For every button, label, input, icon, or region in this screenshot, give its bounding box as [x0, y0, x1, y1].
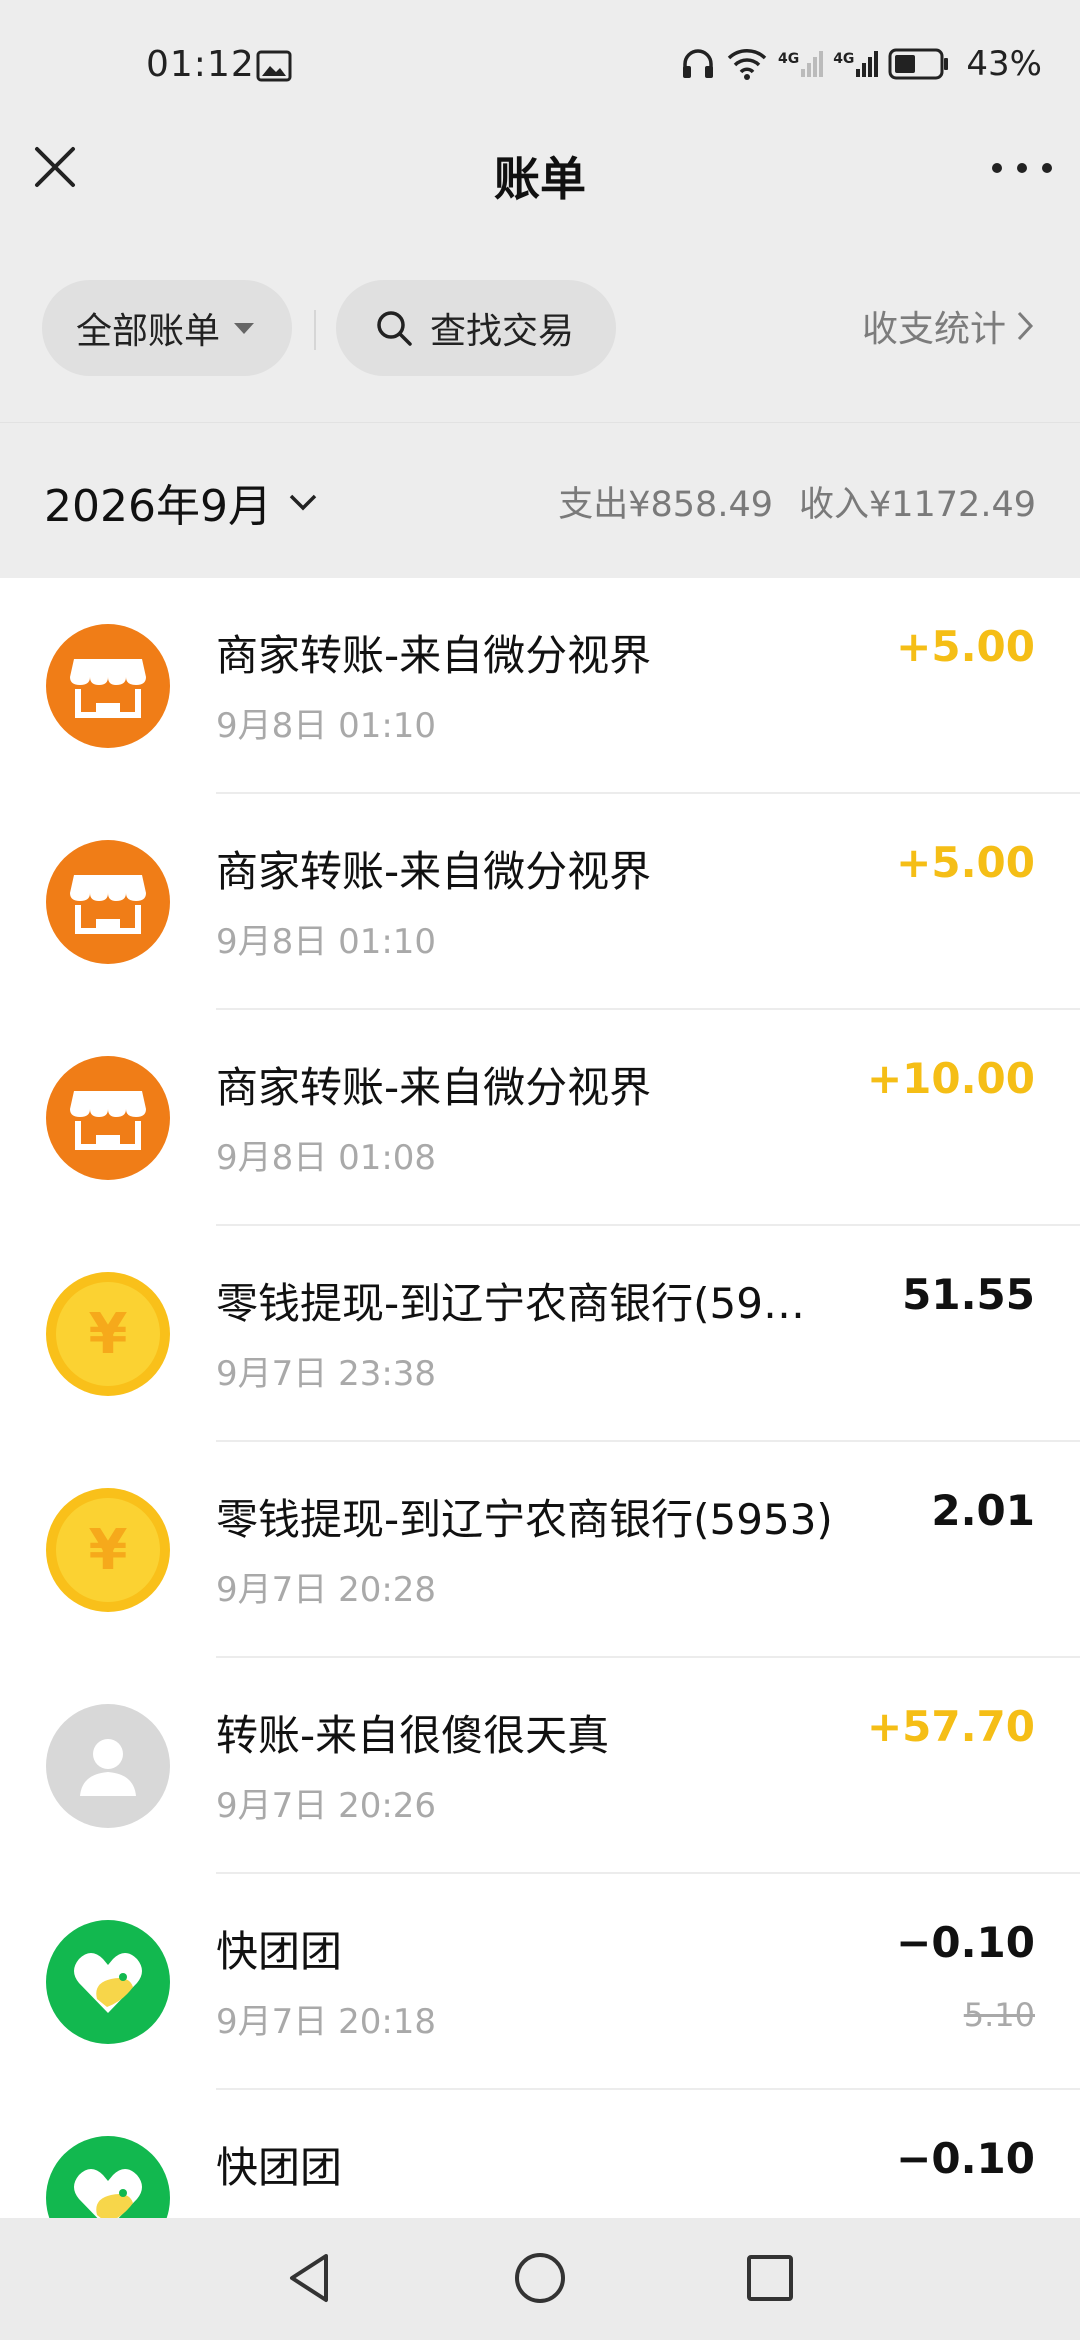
transaction-row[interactable]: 快团团 9月7日 20:18 −0.10 5.10 — [0, 1874, 1080, 2090]
back-button[interactable] — [278, 2246, 342, 2310]
yuan-coin-icon: ¥ — [46, 1272, 170, 1396]
headphones-icon — [682, 49, 713, 78]
transaction-row[interactable]: 商家转账-来自微分视界 9月8日 01:08 +10.00 — [0, 1010, 1080, 1226]
transaction-time: 9月7日 20:18 — [216, 2002, 437, 2042]
transaction-time: 9月7日 23:38 — [216, 1354, 437, 1394]
system-navigation-bar — [0, 2218, 1080, 2340]
merchant-store-icon — [46, 1056, 170, 1180]
more-dot-icon — [1042, 163, 1052, 173]
transaction-title: 零钱提现-到辽宁农商银行(59… — [216, 1279, 805, 1328]
transaction-title: 商家转账-来自微分视界 — [216, 847, 652, 896]
transaction-amount: 51.55 — [902, 1270, 1035, 1319]
yuan-coin-icon: ¥ — [46, 1488, 170, 1612]
stats-label: 收支统计 — [861, 309, 1006, 350]
income-total: 收入¥1172.49 — [798, 485, 1036, 525]
image-notification-icon — [256, 50, 292, 82]
transaction-row[interactable]: 快团团 −0.10 — [0, 2090, 1080, 2218]
status-time: 01:12 — [146, 44, 255, 85]
wifi-icon — [727, 49, 767, 80]
filter-divider — [314, 310, 316, 350]
all-bills-filter[interactable]: 全部账单 — [42, 280, 292, 376]
transaction-amount: +10.00 — [866, 1054, 1035, 1103]
transaction-row[interactable]: 商家转账-来自微分视界 9月8日 01:10 +5.00 — [0, 578, 1080, 794]
search-transactions-button[interactable]: 查找交易 — [336, 280, 616, 376]
transaction-row[interactable]: 商家转账-来自微分视界 9月8日 01:10 +5.00 — [0, 794, 1080, 1010]
battery-percentage: 43% — [966, 44, 1042, 84]
battery-icon — [888, 48, 949, 80]
recent-apps-square-icon — [747, 2255, 793, 2301]
transaction-row[interactable]: ¥ 零钱提现-到辽宁农商银行(5953) 9月7日 20:28 2.01 — [0, 1442, 1080, 1658]
transaction-amount: −0.10 — [896, 2134, 1035, 2183]
merchant-store-icon — [46, 840, 170, 964]
signal-4g-icon: 4G — [833, 51, 879, 77]
page-title: 账单 — [494, 152, 586, 206]
home-button[interactable] — [508, 2246, 572, 2310]
month-label: 2026年9月 — [44, 481, 272, 532]
transaction-time: 9月8日 01:08 — [216, 1138, 437, 1178]
recent-apps-button[interactable] — [738, 2246, 802, 2310]
status-icons: 4G 4G 43% — [680, 44, 1042, 84]
transaction-title: 商家转账-来自微分视界 — [216, 631, 652, 680]
transaction-amount: 2.01 — [931, 1486, 1035, 1535]
more-dot-icon — [1017, 163, 1027, 173]
chevron-right-icon — [1017, 311, 1034, 341]
expense-total: 支出¥858.49 — [558, 485, 773, 525]
transaction-row[interactable]: 转账-来自很傻很天真 9月7日 20:26 +57.70 — [0, 1658, 1080, 1874]
more-dot-icon — [992, 163, 1002, 173]
month-selector[interactable]: 2026年9月 — [44, 470, 318, 534]
transaction-time: 9月7日 20:28 — [216, 1570, 437, 1610]
status-bar: 01:12 4G 4G 43% — [0, 0, 1080, 130]
transaction-title: 快团团 — [216, 2143, 343, 2192]
back-triangle-icon — [290, 2254, 328, 2302]
all-bills-label: 全部账单 — [76, 311, 221, 352]
home-circle-icon — [515, 2253, 565, 2303]
signal-4g-icon: 4G — [778, 51, 824, 77]
transaction-time: 9月7日 20:26 — [216, 1786, 437, 1826]
search-label: 查找交易 — [430, 311, 575, 352]
merchant-store-icon — [46, 624, 170, 748]
transaction-title: 零钱提现-到辽宁农商银行(5953) — [216, 1495, 833, 1544]
search-icon — [377, 311, 412, 346]
transaction-time: 9月8日 01:10 — [216, 706, 437, 746]
transaction-amount: +5.00 — [896, 838, 1035, 887]
transaction-amount: −0.10 — [896, 1918, 1035, 1967]
kuaituantuan-logo-icon — [46, 2136, 170, 2218]
transaction-row[interactable]: ¥ 零钱提现-到辽宁农商银行(59… 9月7日 23:38 51.55 — [0, 1226, 1080, 1442]
transaction-title: 转账-来自很傻很天真 — [216, 1711, 610, 1760]
transaction-time: 9月8日 01:10 — [216, 922, 437, 962]
transaction-list: 商家转账-来自微分视界 9月8日 01:10 +5.00 商家转账-来自微分视界… — [0, 578, 1080, 2218]
original-amount: 5.10 — [963, 1996, 1035, 2034]
user-avatar-icon — [46, 1704, 170, 1828]
month-summary: 支出¥858.49 收入¥1172.49 — [558, 476, 1036, 527]
transaction-amount: +57.70 — [866, 1702, 1035, 1751]
kuaituantuan-logo-icon — [46, 1920, 170, 2044]
transaction-amount: +5.00 — [896, 622, 1035, 671]
income-expense-stats-link[interactable]: 收支统计 — [862, 300, 1034, 352]
dropdown-triangle-icon — [234, 322, 255, 334]
transaction-title: 快团团 — [216, 1927, 343, 1976]
chevron-down-icon — [289, 494, 317, 511]
more-options-button[interactable] — [992, 148, 1052, 188]
transaction-title: 商家转账-来自微分视界 — [216, 1063, 652, 1112]
